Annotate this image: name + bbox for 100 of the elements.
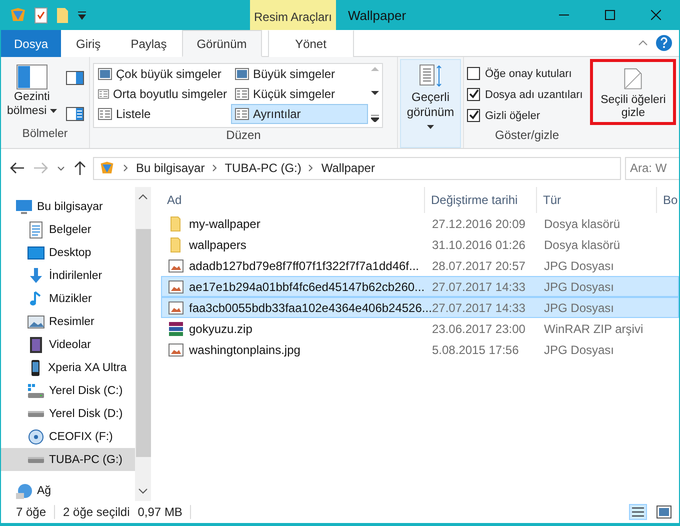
minimize-icon (559, 14, 569, 16)
address-bar[interactable]: Bu bilgisayar TUBA-PC (G:) Wallpaper (93, 156, 621, 180)
nav-item[interactable]: Belgeler (1, 218, 135, 241)
nav-item[interactable]: Xperia XA Ultra (1, 356, 135, 379)
type-cell-text: Dosya klasörü (543, 216, 622, 232)
layout-option[interactable]: Orta boyutlu simgeler (94, 84, 231, 104)
network-icon (15, 482, 33, 500)
nav-item[interactable]: Müzikler (1, 287, 135, 310)
scroll-down-icon[interactable] (371, 90, 379, 96)
preview-pane-button[interactable] (64, 69, 86, 87)
layout-option[interactable]: Çok büyük simgeler (94, 64, 231, 84)
nav-item[interactable]: Resimler (1, 310, 135, 333)
nav-item[interactable]: Videolar (1, 333, 135, 356)
context-tab-label: Resim Araçları (250, 0, 336, 30)
film-icon (27, 336, 45, 354)
file-row[interactable]: wallpapers 31.10.2016 01:26 Dosya klasörü (161, 234, 679, 255)
breadcrumb-chevron-icon (210, 164, 219, 172)
search-field[interactable]: Ara: W (625, 156, 679, 180)
current-view-button[interactable]: Geçerli görünüm (400, 59, 461, 148)
file-row[interactable]: faa3cb0055bdb33faa102e4364e406b24526...27.07.2017 14:33 JPG Dosyası (161, 297, 679, 318)
navigation-pane-button[interactable]: Gezinti bölmesi (4, 61, 60, 128)
nav-item[interactable]: CEOFIX (F:) (1, 425, 135, 448)
pane-icon (66, 107, 84, 121)
file-row[interactable]: adadb127bd79e8f7ff07f1f322f7f7a1dd46f... 28.07.2017 20:57 JPG Dosyası (161, 255, 679, 276)
selection-size: 0,97 MB (138, 505, 182, 519)
scrollbar[interactable] (135, 187, 151, 501)
expand-gallery-icon[interactable] (371, 115, 379, 122)
picture-icon (27, 312, 45, 330)
details-view-icon[interactable] (629, 504, 647, 520)
breadcrumb[interactable]: Wallpaper (321, 161, 375, 175)
hide-selected-button[interactable]: Seçili öğeleri gizle (590, 59, 676, 125)
checkbox-box[interactable] (467, 109, 480, 122)
recent-locations-button[interactable] (55, 164, 67, 172)
type-cell-text: JPG Dosyası (543, 278, 616, 296)
archive-icon (168, 320, 184, 336)
column-header[interactable]: Değiştirme tarihi (425, 187, 537, 213)
nav-item[interactable]: Yerel Disk (D:) (1, 402, 135, 425)
scroll-up-icon[interactable] (138, 193, 148, 201)
image-file-icon (168, 300, 184, 316)
layout-option[interactable]: Listele (94, 104, 231, 124)
large-icons-view-icon[interactable] (655, 504, 673, 520)
breadcrumb[interactable]: TUBA-PC (G:) (224, 161, 302, 175)
file-name: my-wallpaper (189, 216, 260, 230)
nav-item[interactable]: Bu bilgisayar (1, 195, 135, 218)
file-name: faa3cb0055bdb33faa102e4364e406b24526... (189, 300, 432, 314)
nav-item[interactable]: TUBA-PC (G:) (1, 448, 135, 471)
nav-item[interactable]: İndirilenler (1, 264, 135, 287)
list-view-icon (98, 108, 112, 120)
check-icon (468, 110, 479, 121)
checkbox[interactable]: Öğe onay kutuları (467, 63, 586, 84)
column-header[interactable]: Ad (161, 187, 425, 213)
details-pane-button[interactable] (64, 105, 86, 123)
customize-menu-icon[interactable] (77, 10, 87, 20)
file-row[interactable]: washingtonplains.jpg 5.08.2015 17:56 JPG Dosyası (161, 339, 679, 360)
type-cell-text: Dosya klasörü (543, 236, 622, 254)
layout-option[interactable]: Küçük simgeler (231, 84, 368, 104)
drive-icon (27, 383, 45, 398)
nav-item[interactable]: Ağ (1, 479, 135, 501)
dropdown-arrow-icon (427, 124, 434, 130)
group-label: Düzen (225, 128, 262, 144)
layout-option[interactable]: Ayrıntılar (231, 104, 368, 124)
column-header[interactable]: Tür (537, 187, 657, 213)
list-view-icon (235, 108, 249, 120)
checkbox[interactable]: Gizli öğeler (467, 105, 586, 126)
breadcrumb[interactable]: Bu bilgisayar (136, 161, 205, 175)
date-cell-text: 28.07.2017 20:57 (431, 258, 526, 274)
checkbox-box[interactable] (467, 88, 480, 101)
layout-option[interactable]: Büyük simgeler (231, 64, 368, 84)
checkbox-label: Gizli öğeler (485, 110, 540, 122)
file-row[interactable]: ae17e1b294a01bbf4fc6ed45147b62cb260... 27.07.2017 14:33 JPG Dosyası (161, 276, 679, 297)
back-arrow-icon (9, 161, 25, 175)
file-row[interactable]: gokyuzu.zip 23.06.2017 23:00 WinRAR ZIP arşivi (161, 318, 679, 339)
type-cell-text: JPG Dosyası (543, 258, 616, 274)
scroll-down-icon[interactable] (138, 487, 148, 495)
list-view-icon (235, 88, 249, 100)
nav-item[interactable]: Yerel Disk (C:) (1, 379, 135, 402)
pane-icon (16, 64, 48, 90)
checkbox-box[interactable] (467, 67, 480, 80)
drive-icon (27, 456, 45, 462)
pane-icon (66, 71, 84, 85)
file-row[interactable]: my-wallpaper 27.12.2016 20:09 Dosya klasörü (161, 213, 679, 234)
properties-icon[interactable] (33, 6, 49, 24)
group-label: Göster/gizle (494, 128, 560, 144)
ribbon-tab[interactable]: Görünüm (182, 30, 262, 57)
caret-icon (57, 166, 65, 170)
up-arrow-icon (73, 160, 87, 176)
type-cell-text: WinRAR ZIP arşivi (543, 320, 644, 338)
column-header[interactable]: Bo (657, 187, 679, 213)
checkbox-label: Dosya adı uzantıları (485, 88, 583, 100)
type-cell-text: JPG Dosyası (543, 300, 616, 316)
nav-item[interactable]: Desktop (1, 241, 135, 264)
date-cell-text: 27.12.2016 20:09 (431, 216, 526, 232)
ribbon-tab[interactable]: Dosya (1, 30, 62, 57)
download-icon (27, 266, 45, 284)
large-icons-icon (98, 68, 112, 80)
file-name: gokyuzu.zip (189, 322, 252, 336)
checkbox[interactable]: Dosya adı uzantıları (467, 84, 586, 105)
ribbon-tab[interactable]: Yönet (268, 30, 354, 57)
desktop-icon (27, 244, 45, 262)
file-name: ae17e1b294a01bbf4fc6ed45147b62cb260... (189, 280, 425, 294)
